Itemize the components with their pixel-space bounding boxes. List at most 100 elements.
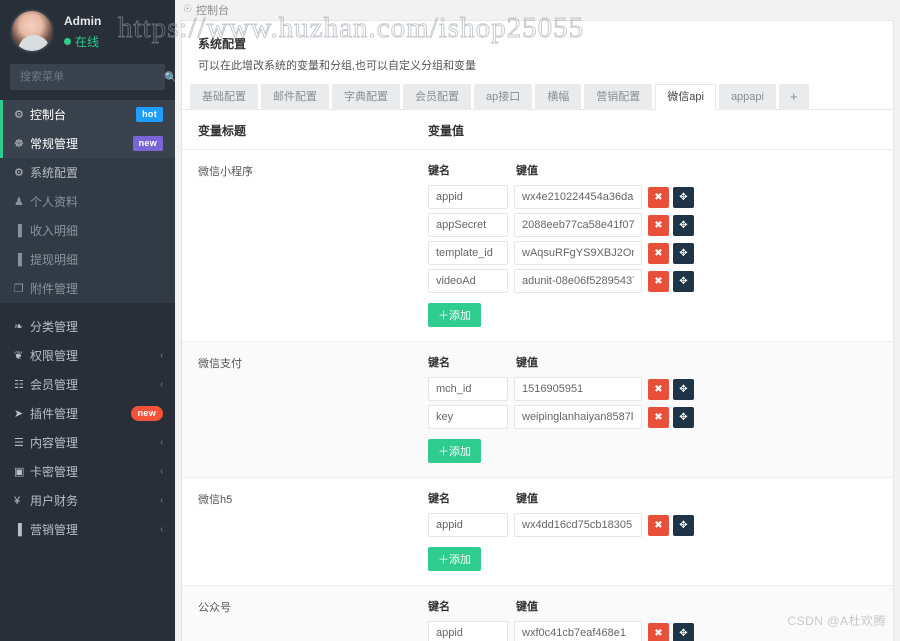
search-icon[interactable]: 🔍 xyxy=(164,71,175,84)
config-group: 微信小程序键名键值✖✥✖✥✖✥✖✥＋添加 xyxy=(182,149,893,341)
tab-api[interactable]: ap接口 xyxy=(474,84,533,110)
delete-row-button[interactable]: ✖ xyxy=(648,186,669,208)
kv-value-input[interactable] xyxy=(514,213,642,237)
delete-row-button[interactable]: ✖ xyxy=(648,406,669,428)
kv-key-input[interactable] xyxy=(428,213,508,237)
sidebar-item-auth[interactable]: ❦ 权限管理 ‹ xyxy=(0,341,175,370)
chevron-left-icon[interactable]: ‹ xyxy=(160,466,163,477)
sidebar-item-card[interactable]: ▣ 卡密管理 ‹ xyxy=(0,457,175,486)
chart-bar-icon: ▐ xyxy=(14,253,22,266)
kv-value-input[interactable] xyxy=(514,621,642,641)
tab-appapi[interactable]: appapi xyxy=(718,84,776,110)
breadcrumb: ☉ 控制台 xyxy=(175,0,900,17)
delete-row-button[interactable]: ✖ xyxy=(648,514,669,536)
cogs-icon: ☸ xyxy=(14,138,24,150)
menu-divider xyxy=(0,303,175,312)
move-row-handle[interactable]: ✥ xyxy=(673,186,694,208)
chevron-left-icon[interactable]: ‹ xyxy=(160,379,163,390)
app-root: Admin 在线 🔍 ⚙ 控制台 hot ☸ 常规管理 new ⚙ 系统配置 ♟ 个人资料 ▐ 收入明… xyxy=(0,0,900,641)
delete-row-button[interactable]: ✖ xyxy=(648,270,669,292)
user-name: Admin xyxy=(64,13,102,28)
add-tab-button[interactable]: + xyxy=(778,84,809,110)
delete-row-button[interactable]: ✖ xyxy=(648,378,669,400)
sidebar-item-plugin[interactable]: ➤ 插件管理 new xyxy=(0,399,175,428)
kv-value-input[interactable] xyxy=(514,269,642,293)
chevron-left-icon[interactable]: ‹ xyxy=(160,437,163,448)
kv-key-input[interactable] xyxy=(428,621,508,641)
add-row-button[interactable]: ＋添加 xyxy=(428,439,481,463)
kv-key-input[interactable] xyxy=(428,377,508,401)
sidebar-item-member[interactable]: ☷ 会员管理 ‹ xyxy=(0,370,175,399)
kv-value-input[interactable] xyxy=(514,405,642,429)
sidebar-item-withdraw[interactable]: ▐ 提现明细 xyxy=(0,245,175,274)
sidebar-item-content[interactable]: ☰ 内容管理 ‹ xyxy=(0,428,175,457)
sidebar-item-label: 会员管理 xyxy=(30,378,79,392)
move-row-handle[interactable]: ✥ xyxy=(673,270,694,292)
sidebar-item-badge: new xyxy=(132,136,163,151)
picture-icon: ▣ xyxy=(14,466,25,478)
sidebar-item-finance[interactable]: ¥ 用户财务 ‹ xyxy=(0,486,175,515)
chevron-left-icon[interactable]: ‹ xyxy=(160,350,163,361)
move-row-handle[interactable]: ✥ xyxy=(673,406,694,428)
tab-wxapi[interactable]: 微信api xyxy=(655,84,716,110)
sidebar-item-marketing[interactable]: ▐ 营销管理 ‹ xyxy=(0,515,175,544)
move-row-handle[interactable]: ✥ xyxy=(673,622,694,641)
delete-row-button[interactable]: ✖ xyxy=(648,242,669,264)
sidebar-item-income[interactable]: ▐ 收入明细 xyxy=(0,216,175,245)
kv-value-header: 键值 xyxy=(516,601,538,613)
chevron-left-icon[interactable]: ‹ xyxy=(160,524,163,535)
sidebar-item-attachment[interactable]: ❐ 附件管理 xyxy=(0,274,175,303)
home-icon: ☉ xyxy=(183,4,192,15)
kv-key-header: 键名 xyxy=(428,165,450,177)
id-card-icon: ☷ xyxy=(14,379,24,391)
tab-marketing[interactable]: 营销配置 xyxy=(584,84,653,110)
kv-value-input[interactable] xyxy=(514,185,642,209)
add-row-button[interactable]: ＋添加 xyxy=(428,547,481,571)
avatar xyxy=(10,9,54,53)
sidebar-item-sysconf[interactable]: ⚙ 系统配置 xyxy=(0,158,175,187)
delete-row-button[interactable]: ✖ xyxy=(648,214,669,236)
online-dot-icon xyxy=(64,38,71,45)
sidebar-item-badge: new xyxy=(130,406,163,421)
kv-row: ✖✥ xyxy=(428,185,877,209)
sidebar-item-badge: hot xyxy=(136,107,163,122)
delete-row-button[interactable]: ✖ xyxy=(648,622,669,641)
kv-key-input[interactable] xyxy=(428,269,508,293)
sidebar-item-category[interactable]: ❧ 分类管理 xyxy=(0,312,175,341)
kv-row: ✖✥ xyxy=(428,405,877,429)
move-row-handle[interactable]: ✥ xyxy=(673,514,694,536)
tab-banner[interactable]: 横幅 xyxy=(535,84,582,110)
add-row-button[interactable]: ＋添加 xyxy=(428,303,481,327)
kv-value-input[interactable] xyxy=(514,241,642,265)
sidebar-item-profile[interactable]: ♟ 个人资料 xyxy=(0,187,175,216)
breadcrumb-label[interactable]: 控制台 xyxy=(196,2,229,18)
sidebar-item-label: 常规管理 xyxy=(30,137,79,151)
chevron-left-icon[interactable]: ‹ xyxy=(160,495,163,506)
sidebar-item-label: 权限管理 xyxy=(30,349,79,363)
kv-key-input[interactable] xyxy=(428,241,508,265)
sidebar-search: 🔍 xyxy=(0,64,175,90)
tab-dict[interactable]: 字典配置 xyxy=(332,84,400,110)
move-row-handle[interactable]: ✥ xyxy=(673,378,694,400)
config-group: 微信h5 键名 键值 ✖✥ ＋添加 xyxy=(182,477,893,585)
kv-key-input[interactable] xyxy=(428,405,508,429)
config-group: 微信支付键名键值✖✥✖✥＋添加 xyxy=(182,341,893,477)
kv-key-input[interactable] xyxy=(428,513,508,537)
tab-base[interactable]: 基础配置 xyxy=(190,84,258,110)
kv-row: ✖✥ xyxy=(428,621,877,641)
search-input[interactable] xyxy=(18,70,164,84)
chart-bar-icon: ▐ xyxy=(14,224,22,237)
move-row-handle[interactable]: ✥ xyxy=(673,214,694,236)
sidebar-item-general[interactable]: ☸ 常规管理 new xyxy=(0,129,175,158)
sidebar-item-label: 用户财务 xyxy=(30,494,79,508)
tab-member[interactable]: 会员配置 xyxy=(403,84,471,110)
user-profile[interactable]: Admin 在线 xyxy=(0,0,175,64)
kv-value-input[interactable] xyxy=(514,377,642,401)
move-row-handle[interactable]: ✥ xyxy=(673,242,694,264)
tab-mail[interactable]: 邮件配置 xyxy=(261,84,329,110)
config-group: 公众号键名键值✖✥✖✥＋添加 xyxy=(182,585,893,641)
kv-key-input[interactable] xyxy=(428,185,508,209)
sidebar-item-console[interactable]: ⚙ 控制台 hot xyxy=(0,100,175,129)
kv-value-input[interactable] xyxy=(514,513,642,537)
search-box[interactable]: 🔍 xyxy=(10,64,175,90)
